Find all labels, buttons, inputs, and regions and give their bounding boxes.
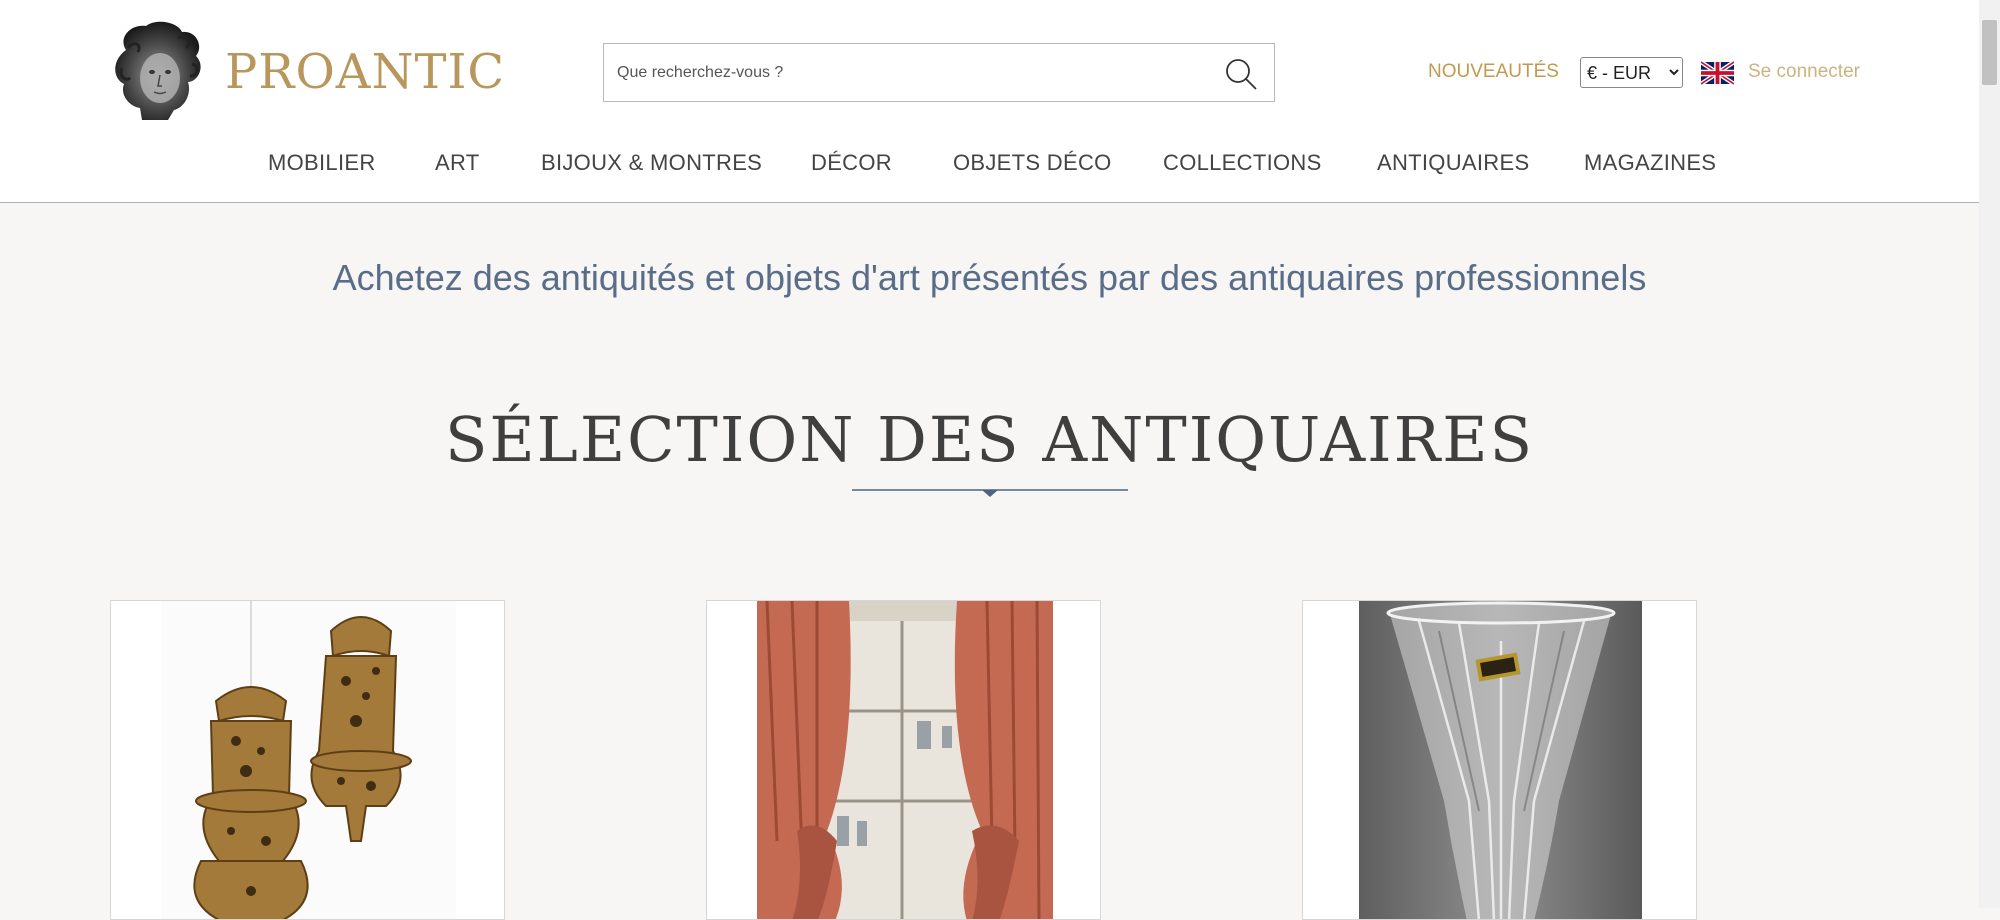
page-tagline: Achetez des antiquités et objets d'art p…: [332, 257, 1647, 298]
search-icon[interactable]: [1224, 57, 1258, 91]
currency-select[interactable]: € - EUR: [1580, 57, 1683, 88]
section-title: SÉLECTION DES ANTIQUAIRES: [444, 403, 1535, 476]
nav-item-art[interactable]: ART: [435, 148, 480, 178]
search-input[interactable]: [604, 44, 1204, 101]
site-logo-text[interactable]: PROANTIC: [225, 40, 505, 104]
title-divider: [852, 489, 1128, 497]
crystal-vase-image: [1359, 601, 1642, 919]
product-card[interactable]: [1302, 600, 1697, 920]
logo-bust-icon[interactable]: [108, 20, 208, 122]
search-bar: [603, 43, 1275, 102]
nav-item-collections[interactable]: COLLECTIONS: [1163, 148, 1322, 178]
nav-item-decor[interactable]: DÉCOR: [811, 148, 892, 178]
nav-item-mobilier[interactable]: MOBILIER: [268, 148, 376, 178]
main-navigation: MOBILIER ART BIJOUX & MONTRES DÉCOR OBJE…: [0, 148, 1979, 178]
uk-flag-icon[interactable]: [1701, 61, 1734, 85]
product-card[interactable]: [706, 600, 1101, 920]
gilded-wall-shelves-image: [161, 601, 456, 919]
scrollbar-thumb[interactable]: [1982, 20, 1997, 85]
site-header: PROANTIC NOUVEAUTÉS € - EUR Se connecter…: [0, 0, 1979, 203]
login-link[interactable]: Se connecter: [1748, 60, 1860, 84]
nav-item-bijoux-montres[interactable]: BIJOUX & MONTRES: [541, 148, 762, 178]
nav-item-antiquaires[interactable]: ANTIQUAIRES: [1377, 148, 1529, 178]
nouveautes-link[interactable]: NOUVEAUTÉS: [1428, 60, 1559, 84]
nav-item-objets-deco[interactable]: OBJETS DÉCO: [953, 148, 1112, 178]
page-scrollbar[interactable]: [1979, 0, 2000, 908]
velvet-curtains-image: [757, 601, 1053, 919]
nav-item-magazines[interactable]: MAGAZINES: [1584, 148, 1716, 178]
product-card[interactable]: [110, 600, 505, 920]
